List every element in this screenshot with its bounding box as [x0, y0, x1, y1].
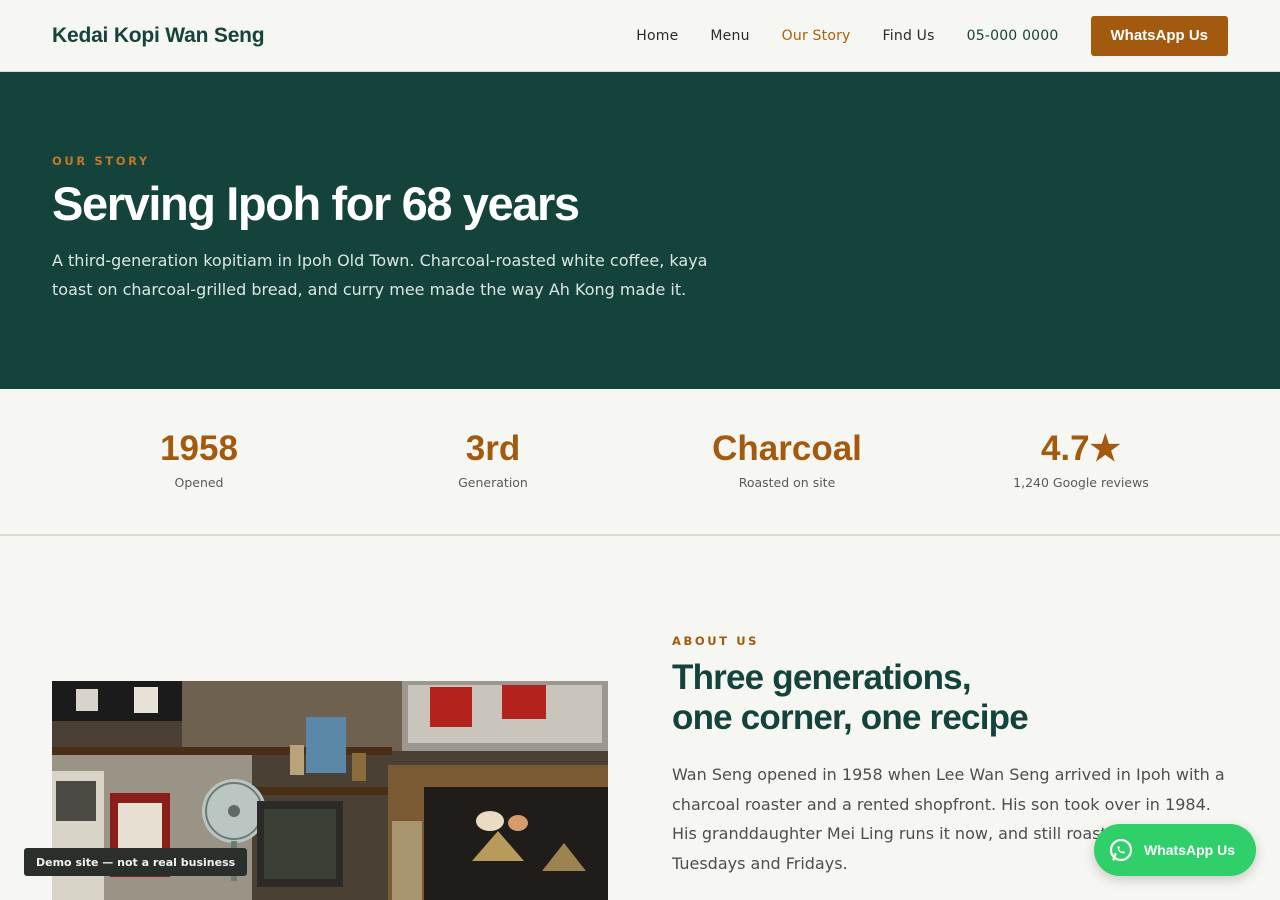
site-header: Kedai Kopi Wan Seng Home Menu Our Story …: [0, 0, 1280, 72]
stat-roast: Charcoal Roasted on site: [640, 429, 934, 534]
stat-label: 1,240 Google reviews: [1013, 475, 1149, 491]
hero-eyebrow: OUR STORY: [52, 154, 150, 168]
whatsapp-icon: [1109, 838, 1133, 862]
stat-value: 4.7★: [1040, 429, 1122, 468]
stat-reviews: 4.7★ 1,240 Google reviews: [934, 429, 1228, 534]
stat-generation: 3rd Generation: [346, 429, 640, 534]
stat-value: Charcoal: [712, 429, 862, 468]
stat-label: Generation: [458, 475, 528, 491]
nav-menu[interactable]: Menu: [710, 28, 749, 44]
stat-value: 1958: [160, 429, 238, 468]
phone-link[interactable]: 05-000 0000: [967, 28, 1059, 44]
nav-our-story[interactable]: Our Story: [782, 28, 851, 44]
stats-section: 1958 Opened 3rd Generation Charcoal Roas…: [0, 389, 1280, 536]
about-title-line2: one corner, one recipe: [672, 698, 1029, 737]
stat-value: 3rd: [465, 429, 521, 468]
nav-find-us[interactable]: Find Us: [883, 28, 935, 44]
whatsapp-button[interactable]: WhatsApp Us: [1090, 15, 1228, 56]
hero-title: Serving Ipoh for 68 years: [52, 177, 580, 230]
about-eyebrow: ABOUT US: [672, 634, 760, 648]
hero-description: A third-generation kopitiam in Ipoh Old …: [52, 250, 708, 299]
brand-logo[interactable]: Kedai Kopi Wan Seng: [52, 24, 265, 48]
stat-label: Roasted on site: [738, 475, 836, 491]
stat-label: Opened: [174, 475, 224, 491]
demo-badge: Demo site — not a real business: [24, 848, 248, 876]
about-title-line1: Three generations,: [672, 658, 972, 697]
hero-section: OUR STORY Serving Ipoh for 68 years A th…: [0, 72, 1280, 389]
about-title: Three generations, one corner, one recip…: [672, 658, 1232, 738]
floating-whatsapp-button[interactable]: WhatsApp Us: [1094, 824, 1256, 876]
about-section: ABOUT US Three generations, one corner, …: [0, 536, 1280, 900]
nav-home[interactable]: Home: [636, 28, 678, 44]
stat-opened: 1958 Opened: [52, 429, 346, 534]
main-nav: Home Menu Our Story Find Us 05-000 0000 …: [604, 15, 1228, 56]
floating-whatsapp-label: WhatsApp Us: [1144, 842, 1235, 858]
